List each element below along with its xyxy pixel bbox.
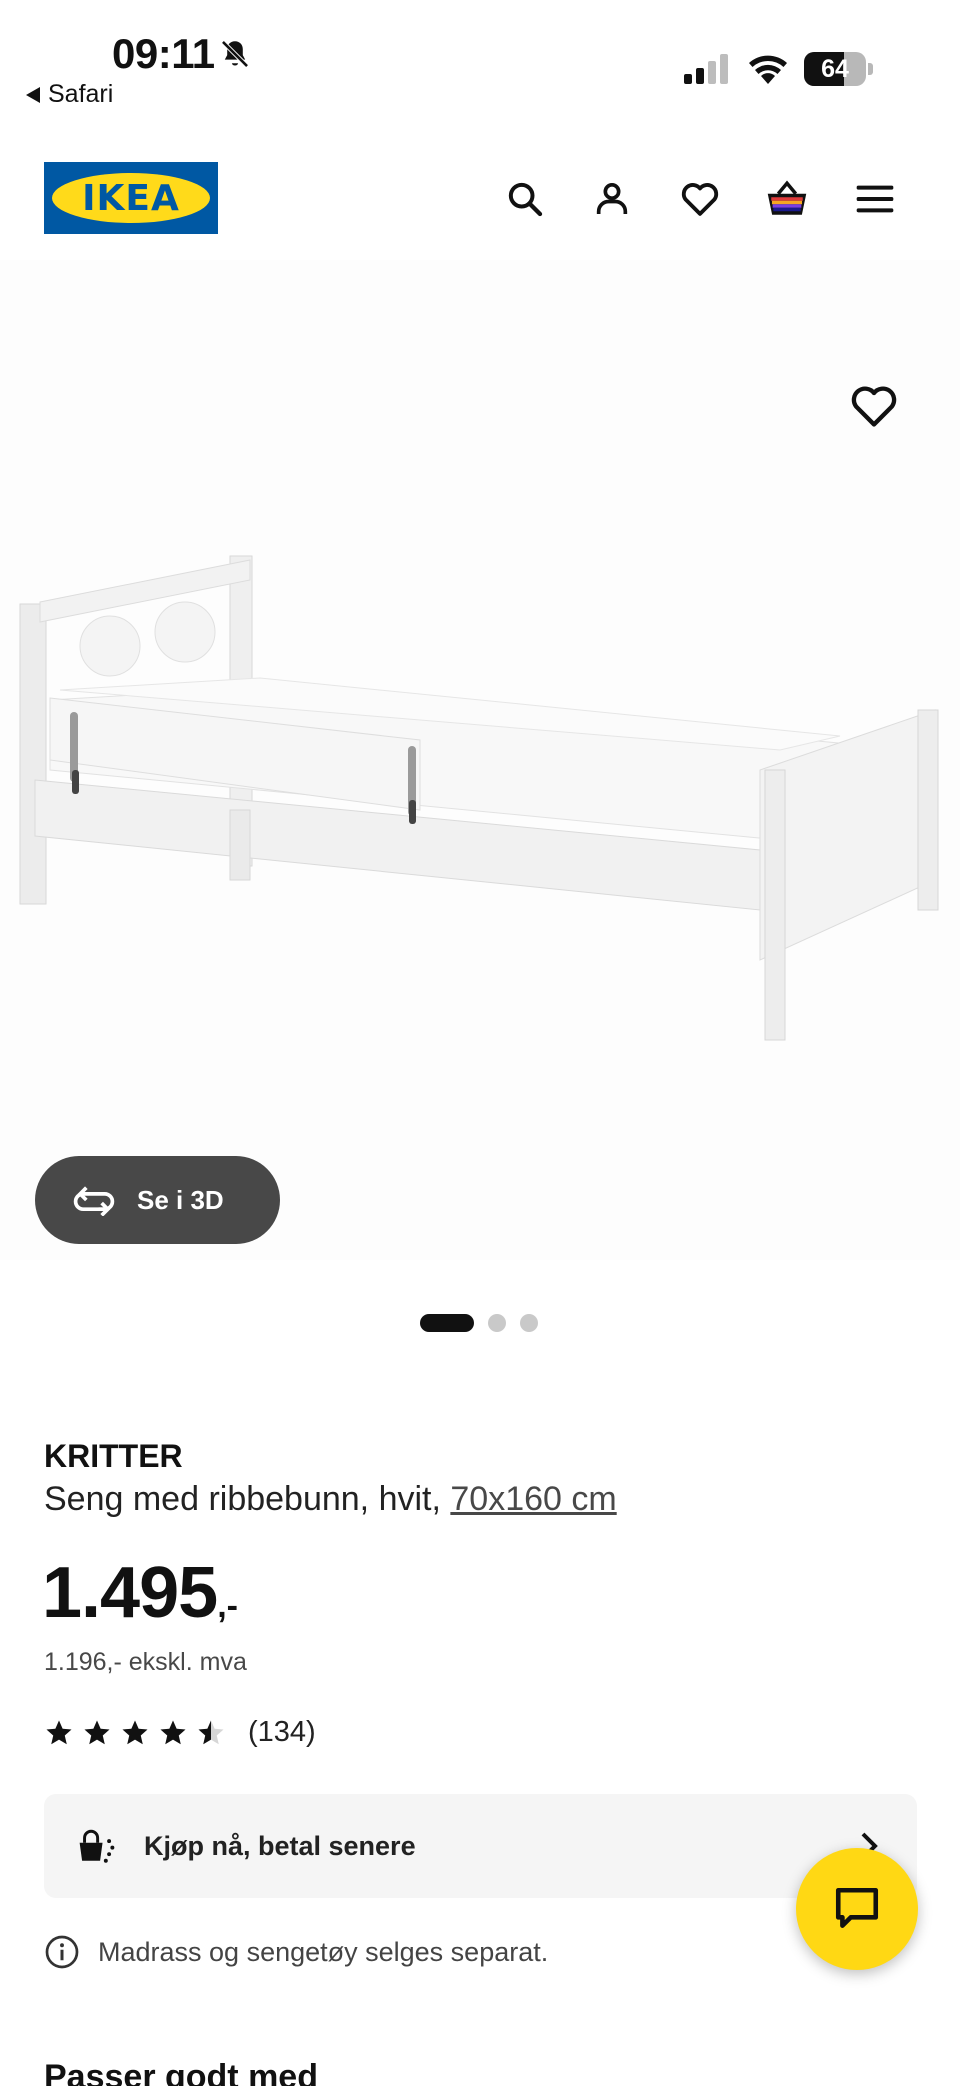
product-rating[interactable]: (134) bbox=[44, 1716, 316, 1749]
info-icon bbox=[45, 1935, 79, 1969]
price-main: 1.495 bbox=[42, 1553, 218, 1633]
product-image-bed bbox=[19, 555, 939, 1041]
rotate-3d-icon bbox=[73, 1186, 115, 1216]
rating-count: (134) bbox=[248, 1716, 316, 1748]
buy-now-pay-later-button[interactable]: Kjøp nå, betal senere bbox=[44, 1794, 917, 1898]
shopping-bag-icon bbox=[79, 1829, 115, 1863]
basket-icon[interactable] bbox=[762, 174, 812, 224]
star-icon bbox=[198, 1720, 224, 1744]
wifi-icon bbox=[749, 55, 787, 84]
battery-icon: 64 bbox=[804, 52, 874, 86]
star-icon bbox=[84, 1720, 110, 1744]
bell-slash-icon bbox=[221, 40, 249, 68]
back-to-safari[interactable]: Safari bbox=[26, 80, 113, 109]
back-arrow-icon bbox=[26, 86, 40, 103]
bnpl-label: Kjøp nå, betal senere bbox=[144, 1830, 416, 1861]
note-text: Madrass og sengetøy selges separat. bbox=[98, 1936, 549, 1967]
star-icon bbox=[160, 1720, 186, 1744]
product-description-text: Seng med ribbebunn, hvit, bbox=[44, 1480, 451, 1518]
star-icon bbox=[122, 1720, 148, 1744]
product-name: KRITTER bbox=[44, 1438, 183, 1474]
separate-sale-note: Madrass og sengetøy selges separat. bbox=[44, 1934, 548, 1970]
section-title-fits-well: Passer godt med bbox=[44, 2058, 318, 2086]
chat-icon bbox=[835, 1887, 879, 1928]
pagination-dot[interactable] bbox=[520, 1314, 538, 1332]
account-icon[interactable] bbox=[587, 174, 637, 224]
chat-button[interactable] bbox=[796, 1848, 918, 1970]
pagination-dot[interactable] bbox=[420, 1314, 474, 1332]
price-ex-vat: 1.196,- ekskl. mva bbox=[44, 1648, 247, 1676]
search-icon[interactable] bbox=[500, 174, 550, 224]
save-favorite-icon[interactable] bbox=[848, 380, 900, 432]
star-icon bbox=[46, 1720, 72, 1744]
site-header: IKEA bbox=[0, 160, 960, 240]
product-description: Seng med ribbebunn, hvit, 70x160 cm bbox=[44, 1480, 617, 1519]
product-price: 1.495,- bbox=[42, 1552, 238, 1634]
ikea-logo[interactable]: IKEA bbox=[44, 162, 218, 234]
back-app-label: Safari bbox=[48, 80, 114, 108]
cellular-signal-icon bbox=[684, 54, 728, 84]
product-size-link[interactable]: 70x160 cm bbox=[450, 1480, 616, 1518]
logo-text: IKEA bbox=[82, 177, 180, 219]
rating-stars bbox=[44, 1718, 226, 1748]
price-suffix: ,- bbox=[217, 1587, 238, 1625]
status-time: 09:11 bbox=[112, 30, 215, 77]
status-bar: 09:11 Safari 64 bbox=[0, 0, 960, 120]
view-in-3d-button[interactable]: Se i 3D bbox=[35, 1156, 280, 1244]
menu-icon[interactable] bbox=[850, 174, 900, 224]
gallery-pagination[interactable] bbox=[420, 1314, 538, 1332]
battery-level: 64 bbox=[821, 55, 849, 83]
pagination-dot[interactable] bbox=[488, 1314, 506, 1332]
view-in-3d-label: Se i 3D bbox=[137, 1184, 224, 1215]
heart-icon[interactable] bbox=[675, 174, 725, 224]
